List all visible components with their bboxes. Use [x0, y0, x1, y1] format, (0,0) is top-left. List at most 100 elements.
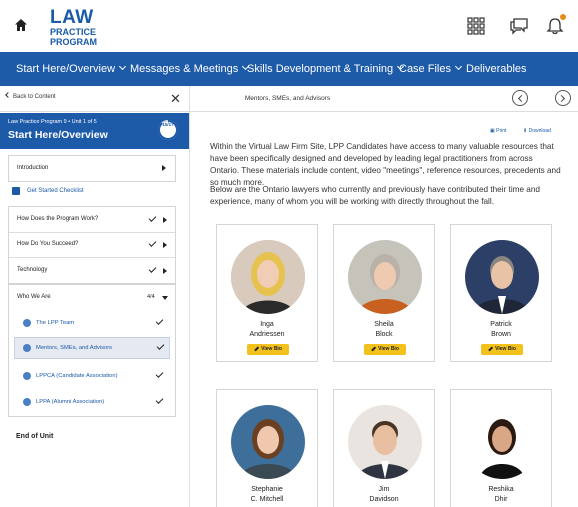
nav-label: Messages & Meetings	[130, 63, 239, 75]
print-button[interactable]: ▣ Print	[490, 128, 506, 134]
nav-case-files[interactable]: Case Files	[399, 52, 463, 86]
person-name: Reshika Dhir	[451, 485, 551, 505]
nav-start-here[interactable]: Start Here/Overview	[16, 52, 127, 86]
next-page-button[interactable]	[555, 90, 571, 106]
notification-dot	[560, 14, 566, 20]
sidebar-subitem-lpp-team[interactable]: The LPP Team	[9, 310, 175, 336]
sidebar-item-label: Introduction	[17, 165, 49, 171]
end-of-unit: End of Unit	[16, 433, 54, 440]
sidebar-subitem-label: LPPCA (Candidate Association)	[36, 373, 118, 379]
sidebar-subitem-mentors[interactable]: Mentors, SMEs, and Advisors	[14, 337, 170, 359]
pencil-icon	[254, 345, 259, 351]
view-bio-label: View Bio	[378, 346, 399, 352]
person-name: Patrick Brown	[451, 320, 551, 340]
person-name: Jim Davidson	[334, 485, 434, 505]
expand-arrow-icon	[163, 217, 167, 223]
home-icon[interactable]	[14, 18, 28, 32]
logo-line3: PROGRAM	[50, 37, 97, 47]
person-photo	[231, 240, 305, 314]
person-last-name: Andriessen	[249, 331, 285, 338]
unit-header: Law Practice Program 9 • Unit 1 of 5 Sta…	[0, 113, 189, 149]
view-bio-button[interactable]: View Bio	[364, 344, 406, 355]
view-bio-label: View Bio	[261, 346, 282, 352]
print-icon: ▣	[490, 128, 495, 134]
sidebar-item-how-program-works[interactable]: How Does the Program Work?	[9, 207, 175, 233]
main-nav: Start Here/Overview Messages & Meetings …	[0, 52, 578, 86]
person-photo	[348, 240, 422, 314]
progress-text: 15/17	[162, 122, 174, 127]
top-header: LAW PRACTICE PROGRAM	[0, 0, 578, 52]
person-first-name: Stephanie	[251, 486, 283, 493]
chevron-left-icon	[5, 92, 11, 98]
chevron-down-icon	[118, 62, 127, 71]
check-icon	[148, 239, 157, 247]
sidebar-item-introduction[interactable]: Introduction	[8, 155, 176, 182]
person-first-name: Sheila	[374, 321, 394, 328]
person-photo	[465, 240, 539, 314]
chevron-left-icon	[517, 94, 526, 103]
sidebar-sections: How Does the Program Work? How Do You Su…	[8, 206, 176, 284]
view-bio-button[interactable]: View Bio	[481, 344, 523, 355]
download-button[interactable]: ⬇ Download	[523, 128, 551, 134]
apps-grid-icon[interactable]	[466, 16, 486, 36]
check-icon	[155, 317, 164, 325]
sidebar-item-who-we-are[interactable]: Who We Are 4/4	[9, 285, 175, 310]
check-icon	[148, 265, 157, 273]
sidebar-item-label: Technology	[17, 267, 48, 273]
nav-messages-meetings[interactable]: Messages & Meetings	[130, 52, 250, 86]
sidebar-subitem-label: LPPA (Alumni Association)	[36, 399, 105, 405]
person-first-name: Patrick	[490, 321, 512, 328]
check-icon	[156, 342, 165, 350]
sidebar-who-we-are: Who We Are 4/4 The LPP Team Mentors, SME…	[8, 284, 176, 417]
download-label: Download	[528, 128, 551, 134]
law-practice-program-logo[interactable]: LAW PRACTICE PROGRAM	[50, 8, 97, 47]
expand-arrow-icon	[162, 165, 166, 171]
nav-label: Case Files	[399, 63, 451, 75]
nav-label: Deliverables	[466, 63, 527, 75]
person-name: Stephanie C. Mitchell	[217, 485, 317, 505]
back-label: Back to Content	[13, 94, 56, 100]
sidebar-item-how-succeed[interactable]: How Do You Succeed?	[9, 232, 175, 258]
person-name: Inga Andriessen	[217, 320, 317, 340]
person-first-name: Reshika	[488, 486, 514, 493]
sidebar-subitem-lppca[interactable]: LPPCA (Candidate Association)	[9, 363, 175, 389]
person-card: Reshika Dhir	[450, 389, 552, 507]
contributors-paragraph: Below are the Ontario lawyers who curren…	[210, 185, 540, 207]
unit-subtitle: Law Practice Program 9 • Unit 1 of 5	[8, 119, 97, 125]
back-to-content-link[interactable]: Back to Content	[5, 92, 56, 100]
pencil-icon	[371, 345, 376, 351]
check-icon	[155, 396, 164, 404]
sidebar-divider	[189, 86, 190, 507]
person-last-name: Brown	[491, 331, 511, 338]
content-subbar: Back to Content ✕ Mentors, SMEs, and Adv…	[0, 86, 578, 112]
print-label: Print	[496, 128, 507, 134]
intro-paragraph: Within the Virtual Law Firm Site, LPP Ca…	[210, 142, 561, 188]
sidebar-item-label: How Do You Succeed?	[17, 241, 79, 247]
nav-deliverables[interactable]: Deliverables	[466, 52, 527, 86]
person-photo	[465, 405, 539, 479]
view-bio-button[interactable]: View Bio	[247, 344, 289, 355]
pencil-icon	[488, 345, 493, 351]
check-icon	[148, 214, 157, 222]
messages-icon[interactable]	[509, 16, 529, 36]
sidebar-item-label: How Does the Program Work?	[17, 216, 99, 222]
expand-arrow-icon	[163, 268, 167, 274]
person-card: Patrick Brown View Bio	[450, 224, 552, 362]
view-bio-label: View Bio	[495, 346, 516, 352]
sidebar-item-label: Who We Are	[17, 294, 51, 300]
sidebar-subitem-lppa[interactable]: LPPA (Alumni Association)	[9, 389, 175, 415]
person-last-name: Block	[375, 331, 393, 338]
previous-page-button[interactable]	[512, 90, 528, 106]
person-last-name: C. Mitchell	[250, 496, 284, 503]
get-started-checklist-link[interactable]: Get Started Checklist	[12, 187, 84, 195]
person-last-name: Davidson	[369, 496, 399, 503]
person-card: Stephanie C. Mitchell	[216, 389, 318, 507]
globe-icon	[23, 398, 31, 406]
close-icon[interactable]: ✕	[170, 91, 181, 107]
nav-label: Start Here/Overview	[16, 63, 116, 75]
person-first-name: Jim	[378, 486, 390, 493]
nav-skills-development[interactable]: Skills Development & Training	[247, 52, 405, 86]
sidebar-item-technology[interactable]: Technology	[9, 258, 175, 284]
chevron-down-icon	[454, 62, 463, 71]
nav-label: Skills Development & Training	[247, 63, 394, 75]
